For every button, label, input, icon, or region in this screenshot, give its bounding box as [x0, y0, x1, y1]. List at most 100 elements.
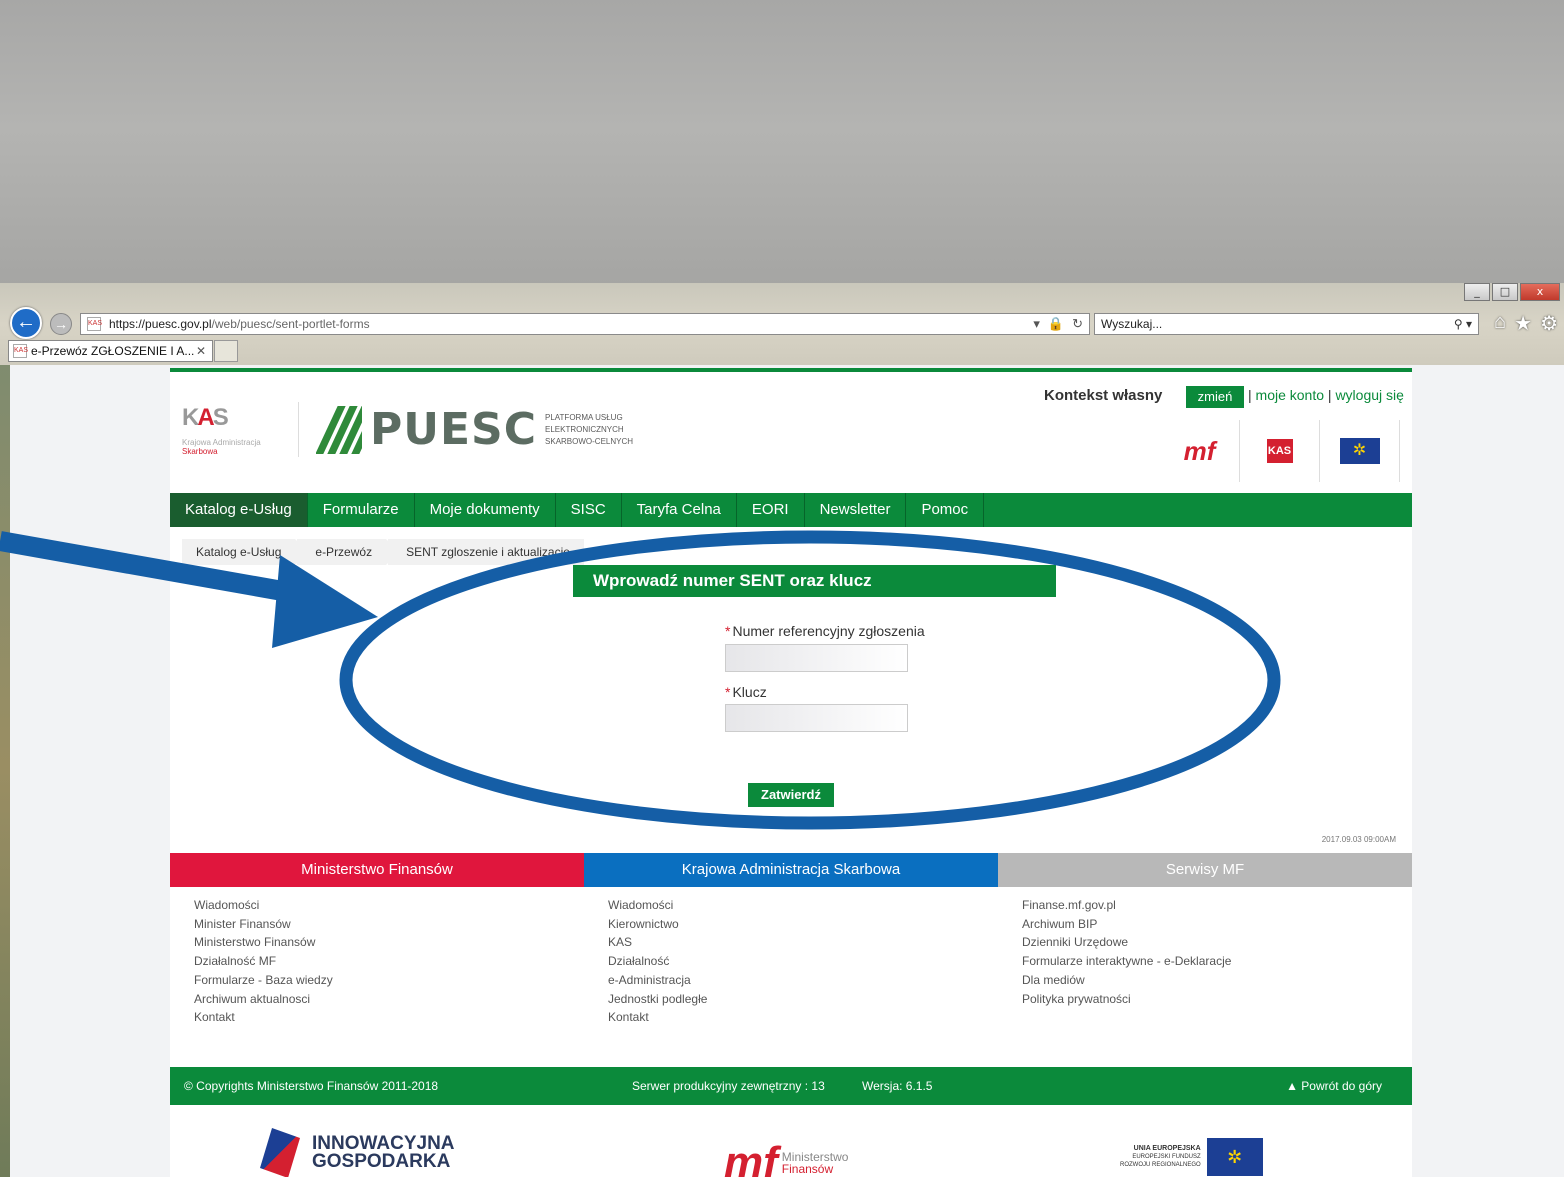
eu-fund-logo[interactable]: UNIA EUROPEJSKA EUROPEJSKI FUNDUSZ ROZWO… — [1120, 1138, 1263, 1176]
maximize-button[interactable]: □ — [1492, 283, 1518, 301]
kas-logo-link[interactable]: KAS — [1240, 420, 1320, 482]
breadcrumb-current: SENT zgloszenie i aktualizacje — [388, 539, 584, 565]
desktop-background-strip — [0, 360, 10, 1177]
reference-label-text: Numer referencyjny zgłoszenia — [732, 623, 925, 639]
reference-number-label: * Numer referencyjny zgłoszenia — [725, 623, 925, 639]
minimize-button[interactable]: _ — [1464, 283, 1490, 301]
home-icon[interactable]: ⌂ — [1494, 311, 1506, 336]
main-navigation: Katalog e-Usług Formularze Moje dokument… — [170, 493, 1412, 527]
footer-link[interactable]: Ministerstwo Finansów — [194, 933, 584, 952]
lock-icon[interactable]: 🔒 — [1048, 316, 1064, 332]
version-info: Wersja: 6.1.5 — [862, 1079, 933, 1093]
ig-star-icon — [260, 1128, 300, 1177]
key-label: * Klucz — [725, 684, 767, 700]
address-bar[interactable]: KAS https://puesc.gov.pl/web/puesc/sent-… — [80, 313, 1090, 335]
footer-link[interactable]: e-Administracja — [608, 971, 998, 990]
footer-link-list: Wiadomości Kierownictwo KAS Działalność … — [584, 887, 998, 1027]
context-label: Kontekst własny — [1044, 387, 1163, 404]
server-info: Serwer produkcyjny zewnętrzny : 13 — [632, 1079, 825, 1093]
key-input[interactable] — [725, 704, 908, 732]
window-controls: _ □ x — [1464, 283, 1560, 301]
browser-tab[interactable]: KAS e-Przewóz ZGŁOSZENIE I A... ✕ — [8, 340, 213, 362]
footer-link[interactable]: Działalność — [608, 952, 998, 971]
footer-column-mf: Ministerstwo Finansów Wiadomości Ministe… — [170, 853, 584, 1027]
eu-fund-line: EUROPEJSKI FUNDUSZ — [1132, 1154, 1201, 1160]
back-arrow-icon[interactable]: ← — [10, 307, 42, 339]
key-label-text: Klucz — [732, 684, 767, 700]
eu-fund-text: UNIA EUROPEJSKA EUROPEJSKI FUNDUSZ ROZWO… — [1120, 1145, 1201, 1169]
breadcrumb-item[interactable]: e-Przewóz — [297, 539, 399, 565]
innowacyjna-gospodarka-logo[interactable]: INNOWACYJNA GOSPODARKA — [260, 1128, 455, 1177]
nav-item-newsletter[interactable]: Newsletter — [805, 493, 907, 527]
settings-gear-icon[interactable]: ⚙ — [1540, 311, 1558, 336]
nav-item-pomoc[interactable]: Pomoc — [906, 493, 985, 527]
footer-column-title[interactable]: Ministerstwo Finansów — [170, 853, 584, 887]
footer-link[interactable]: Formularze - Baza wiedzy — [194, 971, 584, 990]
back-to-top-link[interactable]: ▲ Powrót do góry — [1286, 1067, 1382, 1105]
breadcrumb: Katalog e-Usług e-Przewóz SENT zgloszeni… — [182, 539, 586, 565]
kas-name-line1: Krajowa Administracja — [182, 438, 261, 447]
footer-link[interactable]: Wiadomości — [194, 896, 584, 915]
footer-link[interactable]: Dzienniki Urzędowe — [1022, 933, 1412, 952]
my-account-link[interactable]: moje konto — [1256, 387, 1324, 403]
footer-link[interactable]: Finanse.mf.gov.pl — [1022, 896, 1412, 915]
favorites-star-icon[interactable]: ★ — [1514, 311, 1532, 336]
browser-chrome: _ □ x ← → KAS https://puesc.gov.pl/web/p… — [0, 283, 1564, 365]
partner-logos: mf KAS ✲ — [1160, 420, 1400, 482]
footer-link[interactable]: Polityka prywatności — [1022, 990, 1412, 1009]
puesc-subtitle: PLATFORMA USŁUG ELEKTRONICZNYCH SKARBOWO… — [545, 412, 633, 448]
search-placeholder: Wyszukaj... — [1101, 317, 1163, 331]
close-window-button[interactable]: x — [1520, 283, 1560, 301]
footer-link[interactable]: Archiwum aktualnosci — [194, 990, 584, 1009]
ministerstwo-finansow-logo[interactable]: mf Ministerstwo Finansów — [724, 1138, 848, 1177]
site-container: KAS Krajowa Administracja Skarbowa PUESC… — [170, 368, 1412, 1177]
footer-link[interactable]: Kontakt — [608, 1008, 998, 1027]
change-context-button[interactable]: zmień — [1186, 386, 1244, 408]
close-tab-icon[interactable]: ✕ — [196, 344, 212, 358]
footer-column-title[interactable]: Krajowa Administracja Skarbowa — [584, 853, 998, 887]
dropdown-arrow-icon[interactable]: ▾ — [1033, 316, 1040, 332]
mf-logo-link[interactable]: mf — [1160, 420, 1240, 482]
browser-search-input[interactable]: Wyszukaj... ⚲ ▾ — [1094, 313, 1479, 335]
new-tab-button[interactable] — [214, 340, 238, 362]
footer-link[interactable]: Jednostki podległe — [608, 990, 998, 1009]
refresh-icon[interactable]: ↻ — [1072, 316, 1083, 332]
copyright-text: © Copyrights Ministerstwo Finansów 2011-… — [184, 1079, 439, 1093]
logout-link[interactable]: wyloguj się — [1335, 387, 1403, 403]
puesc-sub-line: PLATFORMA USŁUG — [545, 412, 623, 422]
footer-column-title[interactable]: Serwisy MF — [998, 853, 1412, 887]
desktop-background — [0, 0, 1564, 285]
footer-link[interactable]: Kierownictwo — [608, 915, 998, 934]
kas-logo[interactable]: KAS Krajowa Administracja Skarbowa — [182, 404, 292, 464]
url-domain: https://puesc.gov.pl — [109, 317, 212, 331]
footer-link[interactable]: Działalność MF — [194, 952, 584, 971]
reference-number-input[interactable] — [725, 644, 908, 672]
footer-link[interactable]: KAS — [608, 933, 998, 952]
forward-arrow-icon[interactable]: → — [50, 313, 72, 335]
nav-item-taryfa-celna[interactable]: Taryfa Celna — [622, 493, 737, 527]
nav-item-moje-dokumenty[interactable]: Moje dokumenty — [415, 493, 556, 527]
search-icon[interactable]: ⚲ ▾ — [1454, 314, 1478, 334]
tab-favicon-icon: KAS — [13, 344, 28, 358]
browser-toolbar: ⌂ ★ ⚙ — [1494, 311, 1558, 336]
breadcrumb-item[interactable]: Katalog e-Usług — [182, 539, 309, 565]
nav-item-formularze[interactable]: Formularze — [308, 493, 415, 527]
puesc-logo[interactable]: PUESC PLATFORMA USŁUG ELEKTRONICZNYCH SK… — [316, 402, 633, 457]
footer-link[interactable]: Minister Finansów — [194, 915, 584, 934]
kas-name-line2: Skarbowa — [182, 447, 218, 456]
puesc-sub-line: SKARBOWO-CELNYCH — [545, 436, 634, 446]
footer-link-list: Finanse.mf.gov.pl Archiwum BIP Dzienniki… — [998, 887, 1412, 1008]
page-viewport: KAS Krajowa Administracja Skarbowa PUESC… — [10, 365, 1564, 1177]
eu-logo-link[interactable]: ✲ — [1320, 420, 1400, 482]
ig-line: GOSPODARKA — [312, 1151, 451, 1172]
footer-link[interactable]: Archiwum BIP — [1022, 915, 1412, 934]
sponsor-logos: INNOWACYJNA GOSPODARKA mf Ministerstwo F… — [170, 1118, 1412, 1177]
footer-link[interactable]: Wiadomości — [608, 896, 998, 915]
footer-link[interactable]: Dla mediów — [1022, 971, 1412, 990]
nav-item-katalog[interactable]: Katalog e-Usług — [170, 493, 308, 527]
footer-link[interactable]: Kontakt — [194, 1008, 584, 1027]
nav-item-eori[interactable]: EORI — [737, 493, 805, 527]
submit-button[interactable]: Zatwierdź — [748, 783, 834, 807]
footer-link[interactable]: Formularze interaktywne - e-Deklaracje — [1022, 952, 1412, 971]
nav-item-sisc[interactable]: SISC — [556, 493, 622, 527]
